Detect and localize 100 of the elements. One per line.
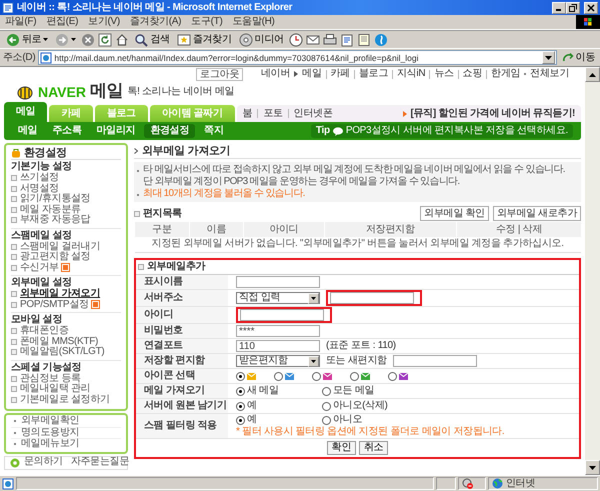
- down-arrow-icon[interactable]: [589, 466, 596, 470]
- nav-link[interactable]: 블로그: [358, 68, 388, 80]
- radio-button[interactable]: [312, 372, 321, 380]
- empty-message: 지정된 외부메일 서버가 없습니다. "외부메일추가" 버튼을 눌러서 외부메일 계정을 추가하십시오.: [134, 237, 581, 252]
- form-button[interactable]: 취소: [359, 441, 388, 455]
- sidebar-link[interactable]: 메일 자동분류: [20, 204, 81, 215]
- radio-button[interactable]: [350, 372, 359, 380]
- sidebar-link[interactable]: 메일메뉴보기: [21, 439, 80, 450]
- close-button[interactable]: [584, 2, 598, 14]
- sidebar-link[interactable]: 관심정보 등록: [20, 374, 81, 384]
- promo-link[interactable]: [뮤직] 할인된 가격에 네이버 뮤직듣기!: [410, 108, 575, 120]
- speech-bubble-icon: [332, 126, 343, 136]
- nav-link[interactable]: 쇼핑: [462, 68, 482, 80]
- menu-item[interactable]: 파일(F): [0, 16, 42, 28]
- radio-button[interactable]: [322, 416, 331, 424]
- tab-link[interactable]: 포토: [263, 108, 283, 120]
- sidebar-link[interactable]: 읽기/휴지통설정: [20, 194, 90, 204]
- form-button[interactable]: 확인: [326, 441, 356, 455]
- radio-button[interactable]: [274, 372, 283, 380]
- refresh-icon[interactable]: [98, 32, 112, 46]
- sidebar-link[interactable]: 서명설정: [20, 184, 59, 194]
- printer-icon[interactable]: [322, 32, 337, 46]
- sidebar-link[interactable]: 폰메일 MMS(KTF): [20, 336, 98, 347]
- nav-link[interactable]: 뉴스: [434, 68, 454, 80]
- search-button[interactable]: 검색: [132, 32, 172, 46]
- nav-link[interactable]: 카페: [330, 68, 350, 80]
- media-button[interactable]: 미디어: [236, 32, 286, 46]
- menu-item[interactable]: 즐겨찾기(A): [124, 16, 186, 28]
- sidebar-link[interactable]: 광고편지함 설정: [20, 252, 90, 262]
- address-field[interactable]: http://mail.daum.net/hanmail/Index.daum?error=login&dummy=703087614&nil_profile=p&nil_logi: [38, 50, 557, 65]
- radio-button[interactable]: [236, 416, 245, 424]
- square-bullet-icon: [134, 210, 140, 216]
- site-tab[interactable]: 메일: [4, 102, 48, 122]
- sidebar-link[interactable]: 휴대폰인증: [20, 326, 69, 336]
- input-field[interactable]: [330, 292, 414, 304]
- sidebar-link[interactable]: 외부메일확인: [21, 416, 80, 426]
- logout-button[interactable]: 로그아웃: [196, 68, 243, 80]
- nav-link[interactable]: 네이버: [260, 68, 290, 80]
- sub-tab[interactable]: 주소록: [46, 124, 88, 138]
- sidebar-link[interactable]: 부재중 자동응답: [20, 215, 90, 226]
- action-button[interactable]: 외부메일 확인: [420, 206, 489, 221]
- radio-button[interactable]: [236, 386, 245, 396]
- radio-button[interactable]: [322, 402, 331, 410]
- tab-link[interactable]: 붐: [242, 108, 252, 120]
- action-button[interactable]: 외부메일 새로추가: [492, 206, 581, 221]
- radio-button[interactable]: [236, 372, 245, 380]
- swirl-icon[interactable]: [374, 32, 388, 46]
- input-field[interactable]: 110: [236, 340, 320, 352]
- nav-link[interactable]: 한게임: [491, 68, 520, 80]
- sidebar-link[interactable]: 스팸메일 걸러내기: [20, 242, 100, 252]
- nav-link[interactable]: 메일: [302, 68, 322, 80]
- field-label: 표시이름: [144, 276, 183, 287]
- nav-link[interactable]: 전체보기: [530, 68, 569, 80]
- help-link[interactable]: 문의하기: [24, 457, 63, 468]
- input-field[interactable]: [236, 276, 320, 288]
- envelope-icon[interactable]: [306, 32, 320, 46]
- browser-page-icon: [2, 2, 14, 14]
- radio-button[interactable]: [236, 402, 245, 410]
- zone-label: 인터넷: [506, 478, 536, 490]
- tab-link[interactable]: 인터넷폰: [294, 108, 333, 120]
- stop-icon[interactable]: [81, 32, 96, 46]
- sidebar-link[interactable]: 쓰기설정: [20, 173, 59, 184]
- maximize-button[interactable]: [566, 2, 580, 14]
- back-button[interactable]: 뒤로: [4, 32, 50, 46]
- help-icon: [10, 458, 20, 468]
- sidebar-link[interactable]: 외부메일 가져오기: [20, 289, 100, 300]
- sidebar-link[interactable]: 수신거부: [20, 262, 59, 273]
- dropdown-button[interactable]: [542, 51, 555, 64]
- menu-item[interactable]: 도움말(H): [227, 16, 280, 28]
- up-arrow-icon[interactable]: [589, 72, 596, 76]
- go-button[interactable]: 이동: [560, 52, 597, 64]
- dropdown[interactable]: 직접 입력: [236, 292, 320, 304]
- notepad-icon[interactable]: [356, 32, 371, 46]
- minimize-button[interactable]: [552, 2, 566, 14]
- input-field[interactable]: [240, 309, 324, 321]
- input-field[interactable]: [392, 355, 477, 367]
- home-icon[interactable]: [115, 32, 130, 46]
- dropdown[interactable]: 받은편지함: [236, 355, 320, 367]
- radio-button[interactable]: [322, 386, 331, 396]
- sub-tab[interactable]: 마일리지: [90, 124, 142, 138]
- document-icon[interactable]: [340, 32, 354, 46]
- sidebar-link[interactable]: 기본메일로 설정하기: [20, 394, 110, 405]
- sidebar-link[interactable]: 명의도용방지: [21, 428, 80, 438]
- clock-icon[interactable]: [288, 32, 303, 46]
- sub-tab[interactable]: 환경설정: [144, 124, 196, 138]
- help-link[interactable]: 자주묻는질문: [70, 457, 130, 468]
- sub-tab[interactable]: 쪽지: [198, 124, 230, 138]
- sub-tab[interactable]: 메일: [12, 124, 44, 138]
- menu-item[interactable]: 편집(E): [41, 16, 84, 28]
- sidebar-link[interactable]: 메일알림(SKT/LGT): [20, 347, 104, 358]
- menu-item[interactable]: 보기(V): [83, 16, 125, 28]
- favorites-button[interactable]: 즐겨찾기: [174, 32, 234, 46]
- nav-link[interactable]: 지식iN: [397, 68, 426, 80]
- sidebar-link[interactable]: 메일내일택 관리: [20, 384, 90, 394]
- sidebar-link[interactable]: POP/SMTP설정: [20, 300, 89, 310]
- menu-item[interactable]: 도구(T): [186, 16, 228, 28]
- radio-button[interactable]: [388, 372, 397, 380]
- input-field[interactable]: ****: [236, 325, 320, 337]
- scrollbar[interactable]: [585, 67, 600, 475]
- forward-button[interactable]: [53, 32, 78, 46]
